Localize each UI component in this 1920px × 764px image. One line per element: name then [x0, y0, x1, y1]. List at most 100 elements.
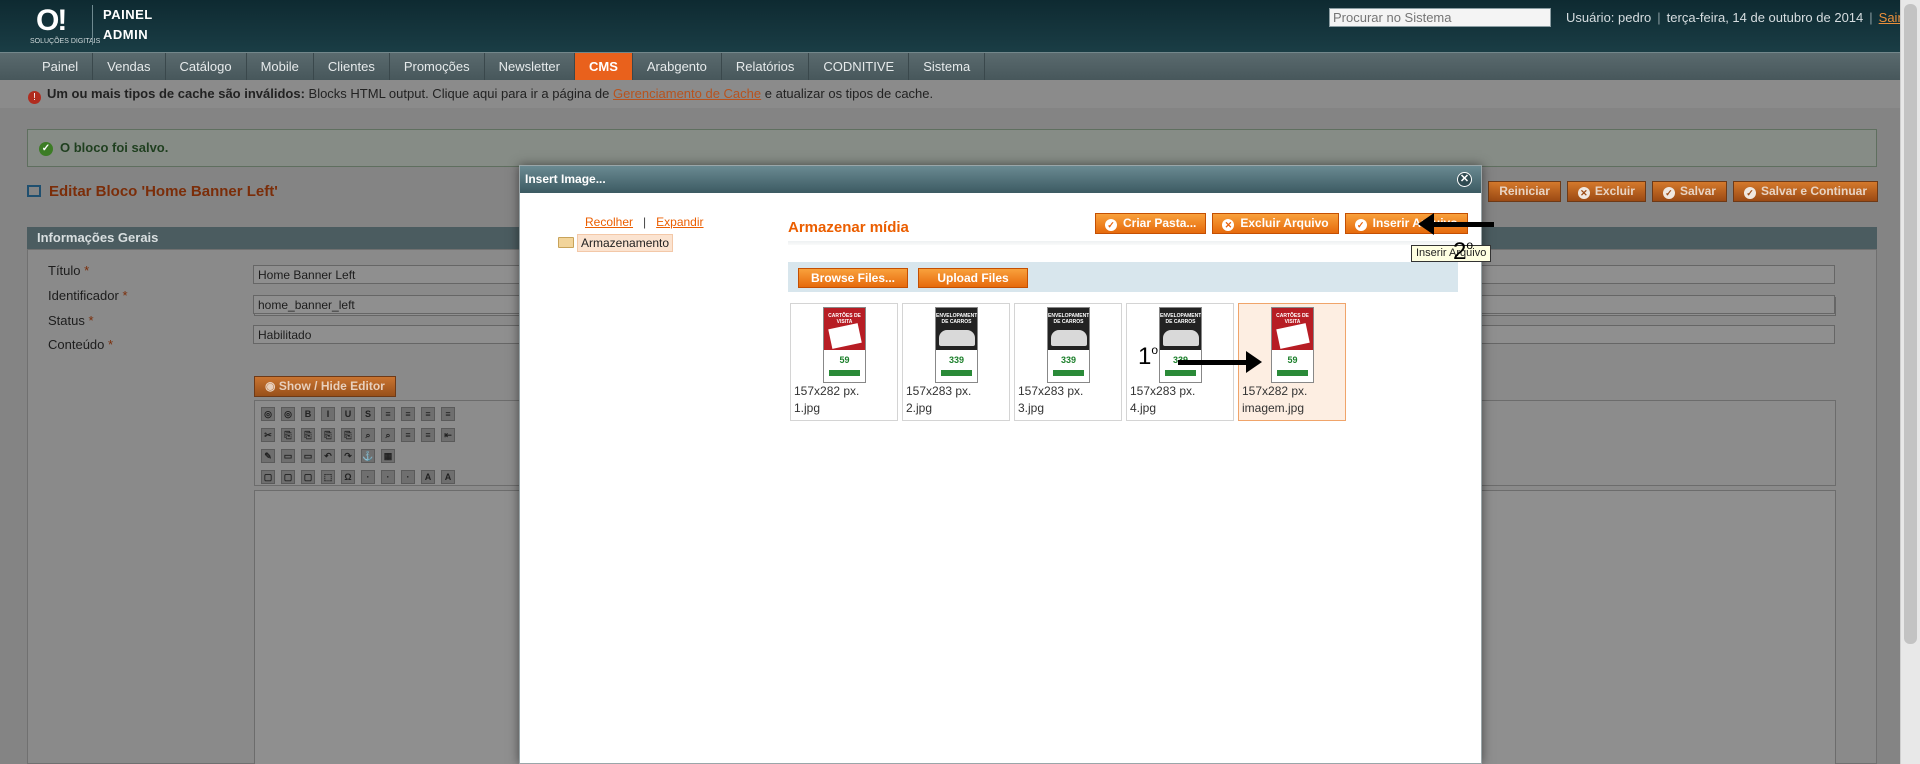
reset-button[interactable]: Reiniciar	[1488, 181, 1561, 202]
thumbnail-image: CARTÕES DE VISITA 59	[1271, 307, 1314, 383]
toolbar-button-icon[interactable]: ◎	[281, 407, 295, 421]
expand-link[interactable]: Expandir	[656, 215, 703, 229]
warning-icon: !	[28, 91, 41, 104]
toolbar-button-icon[interactable]: ↶	[321, 449, 335, 463]
file-thumbnail[interactable]: ENVELOPAMENTO DE CARROS 339 157x283 px. 3.j…	[1014, 303, 1122, 421]
eye-icon: ◉	[265, 379, 279, 393]
nav-item-painel[interactable]: Painel	[28, 53, 94, 81]
nav-item-clientes[interactable]: Clientes	[314, 53, 390, 81]
toolbar-button-icon[interactable]: U	[341, 407, 355, 421]
toolbar-button-icon[interactable]: ⎘	[281, 428, 295, 442]
toolbar-button-icon[interactable]: ◎	[261, 407, 275, 421]
toolbar-button-icon[interactable]: ▢	[261, 470, 275, 484]
nav-item-promo-es[interactable]: Promoções	[390, 53, 485, 81]
file-thumbnail[interactable]: ENVELOPAMENTO DE CARROS 339 157x283 px. 2.j…	[902, 303, 1010, 421]
modal-header: Insert Image... ✕	[520, 166, 1481, 193]
save-continue-icon: ✓	[1743, 187, 1756, 199]
main-nav-list: Painel Vendas Catálogo Mobile Clientes Promoç…	[28, 53, 986, 81]
tree-root-label: Armazenamento	[577, 234, 674, 252]
logo[interactable]: O! SOLUÇÕES DIGITAIS	[30, 4, 100, 48]
page-actions: ar Reiniciar ✕Excluir ✓Salvar ✓Salvar e …	[1448, 181, 1878, 202]
show-hide-editor-button[interactable]: ◉ Show / Hide Editor	[254, 376, 396, 397]
toolbar-button-icon[interactable]: ▭	[301, 449, 315, 463]
delete-button[interactable]: ✕ Excluir	[1566, 181, 1646, 202]
toolbar-button-icon[interactable]: ⚓	[361, 449, 375, 463]
delete-file-button[interactable]: ✕ Excluir Arquivo	[1212, 213, 1339, 234]
file-name: 4.jpg	[1130, 401, 1157, 415]
browse-files-button[interactable]: Browse Files...	[798, 268, 908, 288]
toolbar-button-icon[interactable]: ≡	[441, 407, 455, 421]
save-button[interactable]: ✓ Salvar	[1651, 181, 1727, 202]
nav-item-codnitive[interactable]: CODNITIVE	[809, 53, 910, 81]
global-search-input[interactable]	[1329, 8, 1551, 27]
thumbnail-price: 59	[839, 355, 850, 365]
nav-item-vendas[interactable]: Vendas	[93, 53, 166, 81]
toolbar-button-icon[interactable]: A	[441, 470, 455, 484]
toolbar-button-icon[interactable]: ·	[401, 470, 415, 484]
file-dimensions: 157x282 px.	[794, 384, 860, 398]
logo-mark: O!	[36, 4, 67, 37]
toolbar-button-icon[interactable]: ⇤	[441, 428, 455, 442]
close-icon[interactable]: ✕	[1457, 172, 1472, 187]
toolbar-button-icon[interactable]: ↷	[341, 449, 355, 463]
toolbar-button-icon[interactable]: A	[421, 470, 435, 484]
nav-item-mobile[interactable]: Mobile	[247, 53, 314, 81]
step-1-label: 1o	[1138, 343, 1159, 370]
file-name: 1.jpg	[794, 401, 821, 415]
save-continue-button[interactable]: ✓ Salvar e Continuar	[1732, 181, 1878, 202]
nav-item-relat-rios[interactable]: Relatórios	[722, 53, 810, 81]
save-icon: ✓	[1662, 187, 1675, 199]
upload-files-button[interactable]: Upload Files	[918, 268, 1028, 288]
toolbar-button-icon[interactable]: S	[361, 407, 375, 421]
toolbar-button-icon[interactable]: ⬚	[321, 470, 335, 484]
toolbar-button-icon[interactable]: ·	[381, 470, 395, 484]
logout-link[interactable]: Sair	[1879, 10, 1902, 25]
nav-item-newsletter[interactable]: Newsletter	[485, 53, 575, 81]
logo-subtitle: SOLUÇÕES DIGITAIS	[30, 38, 101, 45]
nav-item-arabgento[interactable]: Arabgento	[633, 53, 722, 81]
toolbar-button-icon[interactable]: ·	[361, 470, 375, 484]
toolbar-button-icon[interactable]: ⌕	[361, 428, 375, 442]
file-name: 2.jpg	[906, 401, 933, 415]
step-1-arrow	[1178, 351, 1262, 373]
media-title-underline	[788, 241, 1458, 245]
toolbar-button-icon[interactable]: ▭	[281, 449, 295, 463]
toolbar-button-icon[interactable]: ⎘	[301, 428, 315, 442]
toolbar-button-icon[interactable]: ▦	[381, 449, 395, 463]
scrollbar-thumb[interactable]	[1904, 4, 1917, 644]
notice-text-1: Blocks HTML output. Clique aqui para ir …	[304, 86, 613, 101]
thumbnail-image: ENVELOPAMENTO DE CARROS 339	[1047, 307, 1090, 383]
toolbar-button-icon[interactable]: Ω	[341, 470, 355, 484]
thumbnail-image: ENVELOPAMENTO DE CARROS 339	[935, 307, 978, 383]
delete-icon: ✕	[1577, 187, 1590, 199]
toolbar-button-icon[interactable]: ≡	[421, 428, 435, 442]
toolbar-button-icon[interactable]: I	[321, 407, 335, 421]
nav-item-cat-logo[interactable]: Catálogo	[166, 53, 247, 81]
toolbar-row-1: ◎ ◎ B I U S ≡ ≡ ≡ ≡	[261, 407, 455, 421]
nav-item-cms[interactable]: CMS	[575, 53, 633, 81]
toolbar-button-icon[interactable]: ✂	[261, 428, 275, 442]
toolbar-button-icon[interactable]: ✎	[261, 449, 275, 463]
nav-item-sistema[interactable]: Sistema	[909, 53, 986, 81]
thumbnail-price-panel: 339	[1160, 350, 1201, 382]
page-scrollbar[interactable]	[1900, 0, 1920, 764]
tree-controls: Recolher | Expandir	[585, 215, 704, 229]
toolbar-button-icon[interactable]: ≡	[401, 428, 415, 442]
toolbar-button-icon[interactable]: ≡	[421, 407, 435, 421]
cache-management-link[interactable]: Gerenciamento de Cache	[613, 86, 761, 101]
toolbar-button-icon[interactable]: ≡	[401, 407, 415, 421]
toolbar-button-icon[interactable]: ⎘	[321, 428, 335, 442]
thumbnail-image: ENVELOPAMENTO DE CARROS 339	[1159, 307, 1202, 383]
toolbar-button-icon[interactable]: ▢	[301, 470, 315, 484]
file-dimensions: 157x282 px.	[1242, 384, 1308, 398]
toolbar-button-icon[interactable]: B	[301, 407, 315, 421]
collapse-link[interactable]: Recolher	[585, 215, 633, 229]
toolbar-button-icon[interactable]: ▢	[281, 470, 295, 484]
tree-root-node[interactable]: Armazenamento	[558, 234, 674, 252]
toolbar-button-icon[interactable]: ≡	[381, 407, 395, 421]
toolbar-button-icon[interactable]: ⌕	[381, 428, 395, 442]
new-folder-button[interactable]: ✓ Criar Pasta...	[1095, 213, 1207, 234]
file-thumbnail[interactable]: CARTÕES DE VISITA 59 157x282 px. 1.jpg	[790, 303, 898, 421]
toolbar-button-icon[interactable]: ⎘	[341, 428, 355, 442]
media-actions: ✓ Criar Pasta... ✕ Excluir Arquivo ✓ Inseri…	[1095, 213, 1468, 234]
